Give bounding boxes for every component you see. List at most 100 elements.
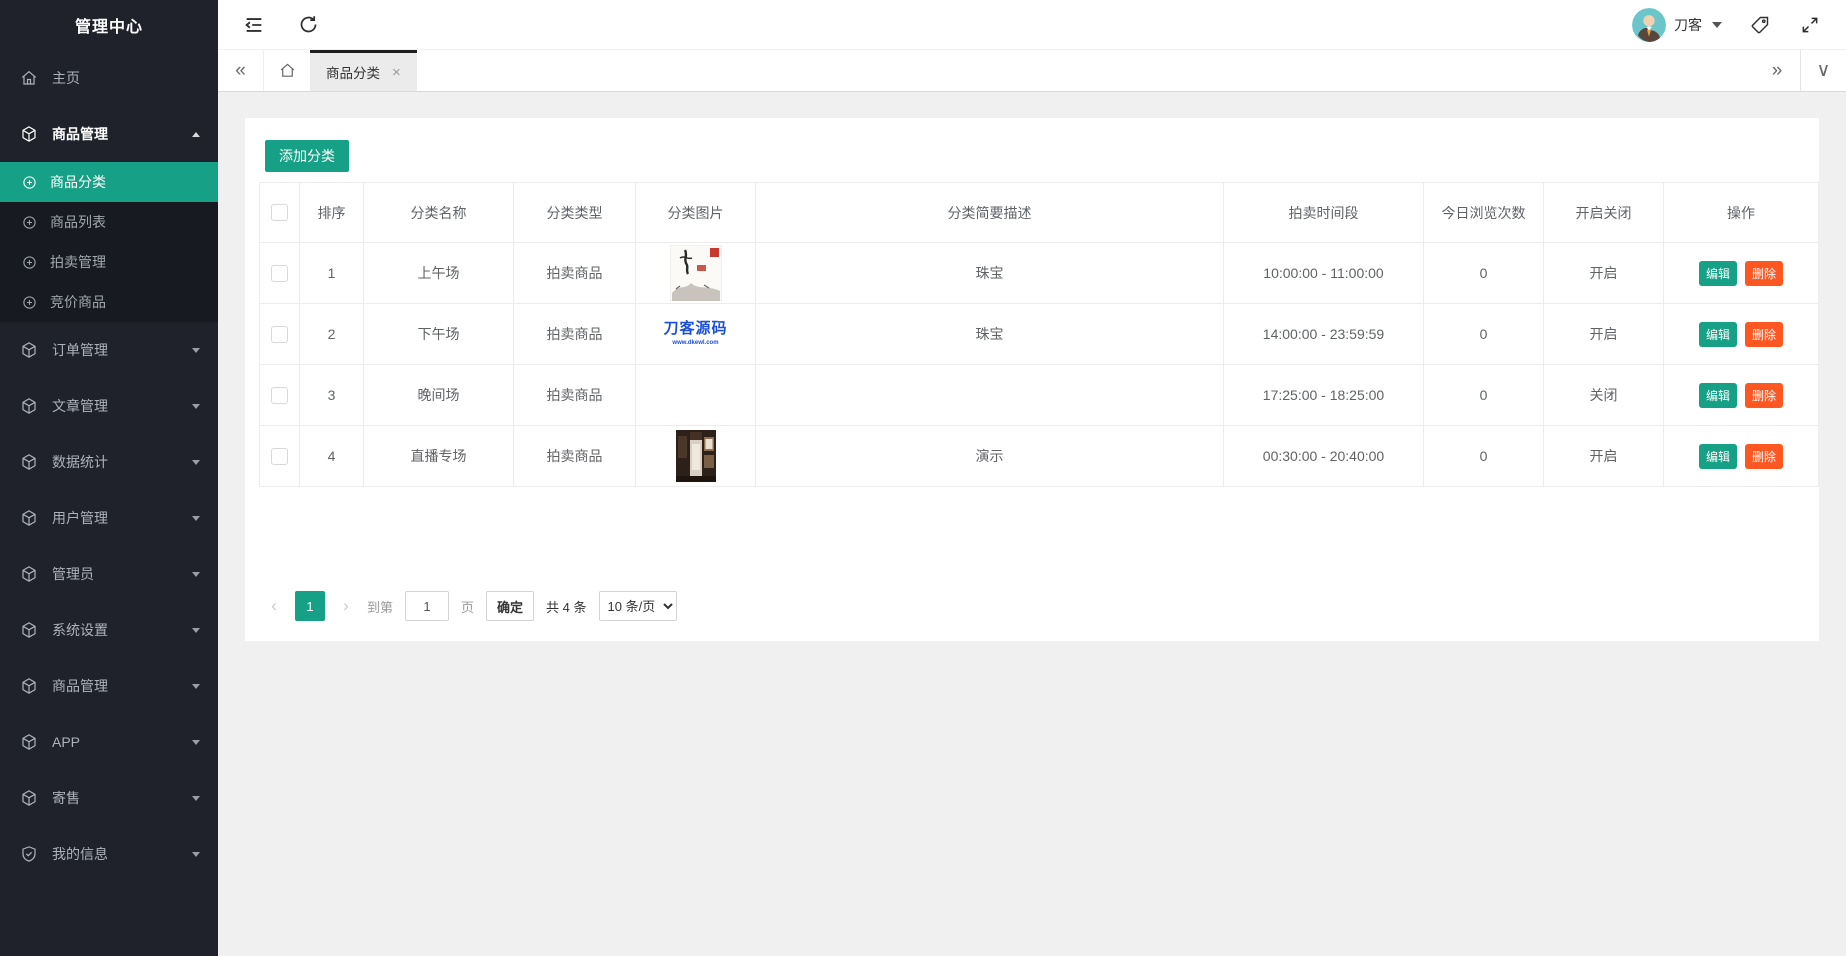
app-title: 管理中心 [74,19,143,36]
sidebar-group-consignment[interactable]: 寄售 [0,770,218,826]
edit-button[interactable]: 编辑 [1698,443,1737,469]
row-checkbox[interactable] [271,447,288,465]
tabs-scroll-left-button[interactable]: « [218,50,264,91]
avatar[interactable] [1632,7,1666,42]
delete-button[interactable]: 删除 [1745,443,1784,469]
row-checkbox[interactable] [271,325,288,343]
sidebar-group-administrators[interactable]: 管理员 [0,546,218,602]
prev-page-button[interactable]: ‹ [265,596,283,616]
sidebar-item-bidding-goods[interactable]: 竞价商品 [0,282,218,322]
tabs-collapse-button[interactable]: ∨ [1800,50,1846,91]
sidebar-item-label: 商品分类 [50,174,106,190]
delete-button[interactable]: 删除 [1745,382,1784,408]
cell-status: 开启 [1543,242,1664,304]
column-header: 开启关闭 [1543,182,1664,243]
cell-time-range: 00:30:00 - 20:40:00 [1223,425,1424,487]
sidebar-item-goods-category[interactable]: 商品分类 [0,162,218,202]
page-number-button[interactable]: 1 [295,591,325,621]
page-size-select[interactable]: 10 条/页 [598,591,677,621]
sidebar-group-my-info[interactable]: 我的信息 [0,826,218,882]
home-icon [280,63,294,77]
sidebar-item-goods-list[interactable]: 商品列表 [0,202,218,242]
table-row: 4 直播专场 拍卖商品 演示 00:30:00 - 20:40:00 0 开启 … [259,425,1819,487]
chevron-down-icon [192,459,200,465]
row-checkbox[interactable] [271,264,288,282]
cube-icon [20,341,38,359]
cube-icon [20,125,38,143]
goto-page-input[interactable] [405,591,450,621]
cell-status: 开启 [1543,303,1664,365]
circle-plus-icon [22,255,37,270]
column-header: 今日浏览次数 [1423,182,1544,243]
sidebar-group-label: 寄售 [52,790,80,806]
close-icon[interactable]: × [392,65,401,80]
cell-description [755,364,1224,426]
sidebar-group-goods-management[interactable]: 商品管理 [0,106,218,162]
cell-name: 上午场 [363,242,514,304]
sidebar-group-data-statistics[interactable]: 数据统计 [0,434,218,490]
sidebar-item-home[interactable]: 主页 [0,50,218,106]
cell-sort: 2 [299,303,364,365]
cell-actions: 编辑 删除 [1663,242,1819,304]
user-name[interactable]: 刀客 [1674,15,1702,35]
sidebar-fold-button[interactable] [242,13,266,37]
cell-sort: 3 [299,364,364,426]
tab-goods-category[interactable]: 商品分类 × [310,50,417,91]
edit-button[interactable]: 编辑 [1698,382,1737,408]
edit-button[interactable]: 编辑 [1698,321,1737,347]
daoke-logo-text: 刀客源码 [663,319,728,337]
cell-actions: 编辑 删除 [1663,425,1819,487]
table-row: 3 晚间场 拍卖商品 17:25:00 - 18:25:00 0 关闭 编辑 删除 [259,364,1819,426]
sidebar-group-label: 我的信息 [52,846,108,862]
cell-type: 拍卖商品 [513,242,636,304]
chevron-down-icon [1712,21,1722,28]
refresh-icon[interactable] [296,13,320,37]
cell-views: 0 [1423,242,1544,304]
chevron-down-icon [192,795,200,801]
sidebar-group-goods-management-2[interactable]: 商品管理 [0,658,218,714]
header-checkbox-cell [259,182,300,243]
cube-icon [20,621,38,639]
sidebar-item-auction-management[interactable]: 拍卖管理 [0,242,218,282]
cell-status: 开启 [1543,425,1664,487]
top-header: 刀客 [218,0,1846,50]
column-header: 排序 [299,182,364,243]
add-category-button[interactable]: 添加分类 [265,140,349,172]
sidebar-group-label: 管理员 [52,566,94,582]
column-header: 操作 [1663,182,1819,243]
edit-button[interactable]: 编辑 [1698,260,1737,286]
tabs-scroll-right-button[interactable]: » [1754,50,1800,91]
cell-type: 拍卖商品 [513,425,636,487]
cell-description: 演示 [755,425,1224,487]
select-all-checkbox[interactable] [271,204,288,222]
cube-icon [20,733,38,751]
chevron-down-icon [192,851,200,857]
goto-suffix-label: 页 [461,599,475,615]
fullscreen-icon[interactable] [1798,13,1822,37]
tag-icon[interactable] [1748,13,1772,37]
category-image-daoke-logo: 刀客源码 www.dkewl.com [636,319,755,347]
user-menu[interactable]: 刀客 [1632,7,1722,42]
goto-confirm-button[interactable]: 确定 [486,591,535,621]
sidebar-group-system-settings[interactable]: 系统设置 [0,602,218,658]
sidebar-item-label: 拍卖管理 [50,254,106,270]
chevron-down-icon [192,515,200,521]
chevron-down-icon [192,627,200,633]
sidebar-group-article-management[interactable]: 文章管理 [0,378,218,434]
cell-image-empty [635,364,756,426]
cell-time-range: 10:00:00 - 11:00:00 [1223,242,1424,304]
sidebar-group-label: 文章管理 [52,398,108,414]
sidebar-group-user-management[interactable]: 用户管理 [0,490,218,546]
delete-button[interactable]: 删除 [1745,260,1784,286]
chevron-down-icon [192,347,200,353]
row-checkbox[interactable] [271,386,288,404]
cell-views: 0 [1423,364,1544,426]
sidebar-group-app[interactable]: APP [0,714,218,770]
cell-sort: 1 [299,242,364,304]
sidebar-group-order-management[interactable]: 订单管理 [0,322,218,378]
sidebar-group-label: 商品管理 [52,126,108,142]
category-table: 排序 分类名称 分类类型 分类图片 分类简要描述 拍卖时间段 今日浏览次数 开启… [259,182,1819,487]
delete-button[interactable]: 删除 [1745,321,1784,347]
next-page-button[interactable]: › [337,596,355,616]
home-tab[interactable] [264,50,310,91]
